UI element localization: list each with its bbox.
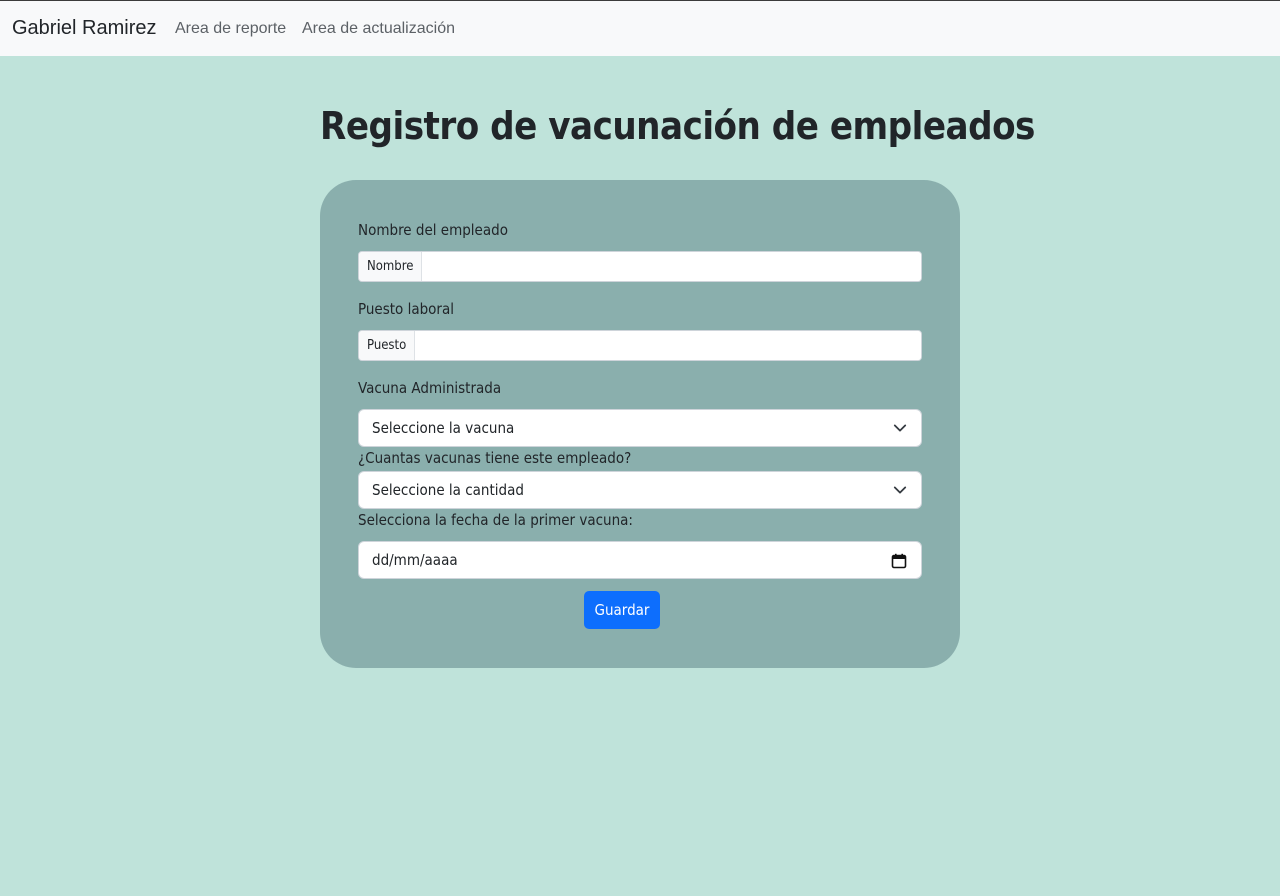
cantidad-select[interactable]: Seleccione la cantidad: [358, 471, 922, 509]
guardar-button[interactable]: Guardar: [584, 591, 660, 629]
puesto-label: Puesto laboral: [358, 300, 454, 318]
nombre-input[interactable]: [422, 252, 921, 281]
nombre-addon: Nombre: [359, 252, 423, 281]
vacuna-label: Vacuna Administrada: [358, 379, 502, 397]
vacuna-select-value: Seleccione la vacuna: [372, 419, 515, 437]
nombre-input-group: Nombre: [358, 251, 922, 282]
vacuna-select[interactable]: Seleccione la vacuna: [358, 409, 922, 447]
chevron-down-icon: [893, 424, 907, 432]
form-card: Nombre del empleado Nombre Puesto labora…: [320, 180, 960, 668]
nav-link-area-de-actualizacion[interactable]: Area de actualización: [302, 20, 455, 38]
fecha-date-input[interactable]: dd/mm/aaaa: [358, 541, 922, 579]
puesto-input[interactable]: [415, 331, 921, 360]
nav-link-area-de-reporte[interactable]: Area de reporte: [175, 20, 286, 38]
puesto-input-group: Puesto: [358, 330, 922, 361]
navbar: Gabriel Ramirez Area de reporte Area de …: [0, 0, 1280, 56]
cantidad-label: ¿Cuantas vacunas tiene este empleado?: [358, 449, 632, 467]
chevron-down-icon: [893, 486, 907, 494]
navbar-brand[interactable]: Gabriel Ramirez: [12, 17, 156, 40]
puesto-addon: Puesto: [359, 331, 416, 360]
calendar-icon[interactable]: [891, 553, 907, 569]
fecha-date-placeholder: dd/mm/aaaa: [372, 551, 458, 569]
cantidad-select-value: Seleccione la cantidad: [372, 481, 524, 499]
fecha-label: Selecciona la fecha de la primer vacuna:: [358, 511, 633, 529]
nombre-label: Nombre del empleado: [358, 221, 508, 239]
page-title: Registro de vacunación de empleados: [320, 104, 1035, 148]
